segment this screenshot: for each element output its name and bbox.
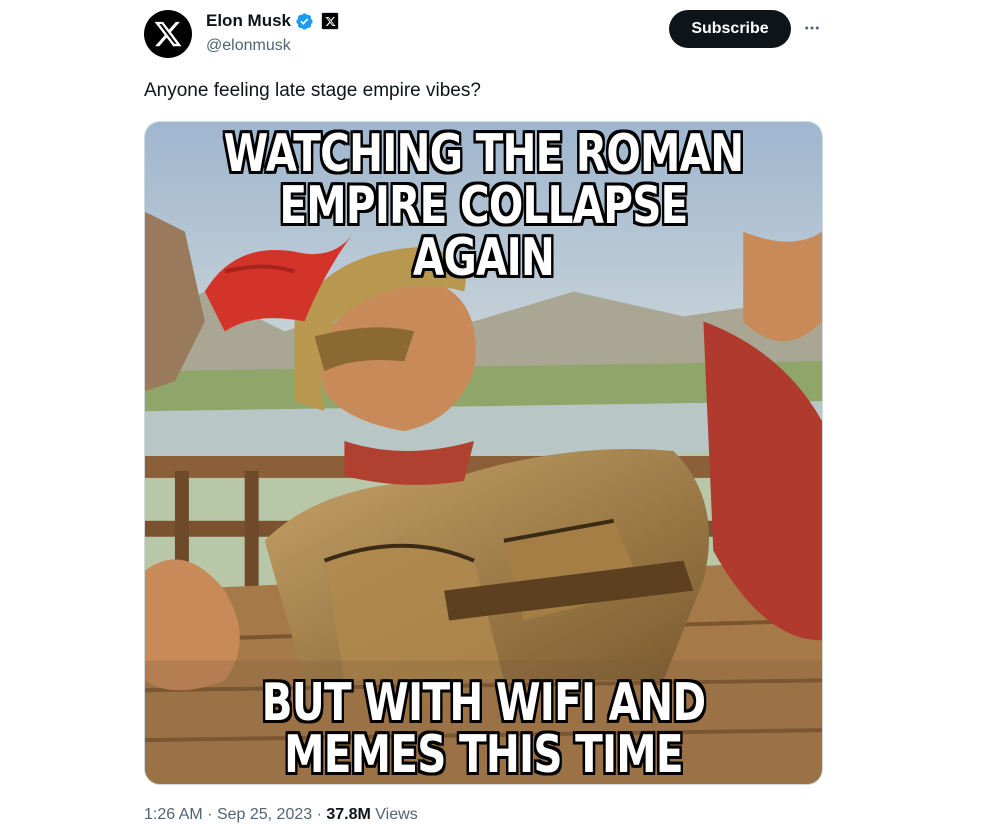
tweet: Elon Musk @elonmusk Subscribe Anyone fee… [0, 0, 998, 827]
more-dots-icon[interactable] [798, 14, 826, 42]
meme-bottom-line-2: MEMES THIS TIME [284, 725, 683, 785]
views-count: 37.8M [326, 806, 371, 823]
meme-bottom-caption: BUT WITH WIFI AND MEMES THIS TIME [219, 677, 747, 781]
avatar[interactable] [144, 10, 192, 58]
tweet-date[interactable]: Sep 25, 2023 [217, 806, 312, 823]
meme-top-line-2: EMPIRE COLLAPSE AGAIN [279, 176, 688, 288]
meta-separator: · [207, 806, 213, 823]
author-handle[interactable]: @elonmusk [206, 37, 291, 55]
x-logo-icon [154, 21, 182, 47]
meme-top-caption: WATCHING THE ROMAN EMPIRE COLLAPSE AGAIN [219, 128, 747, 284]
meta-separator: · [316, 806, 322, 823]
author-name-row: Elon Musk [206, 11, 340, 31]
views-label: Views [375, 806, 418, 823]
display-name[interactable]: Elon Musk [206, 11, 291, 31]
tweet-image[interactable]: WATCHING THE ROMAN EMPIRE COLLAPSE AGAIN… [144, 121, 823, 785]
tweet-meta: 1:26 AM · Sep 25, 2023 · 37.8M Views [144, 806, 418, 824]
verified-badge-icon[interactable] [295, 12, 314, 31]
meme-bottom-line-1: BUT WITH WIFI AND [261, 673, 706, 733]
tweet-time[interactable]: 1:26 AM [144, 806, 203, 823]
meme-top-line-1: WATCHING THE ROMAN [223, 124, 745, 184]
x-logo-icon[interactable] [321, 12, 340, 30]
tweet-text: Anyone feeling late stage empire vibes? [144, 80, 481, 101]
subscribe-button[interactable]: Subscribe [669, 10, 791, 48]
